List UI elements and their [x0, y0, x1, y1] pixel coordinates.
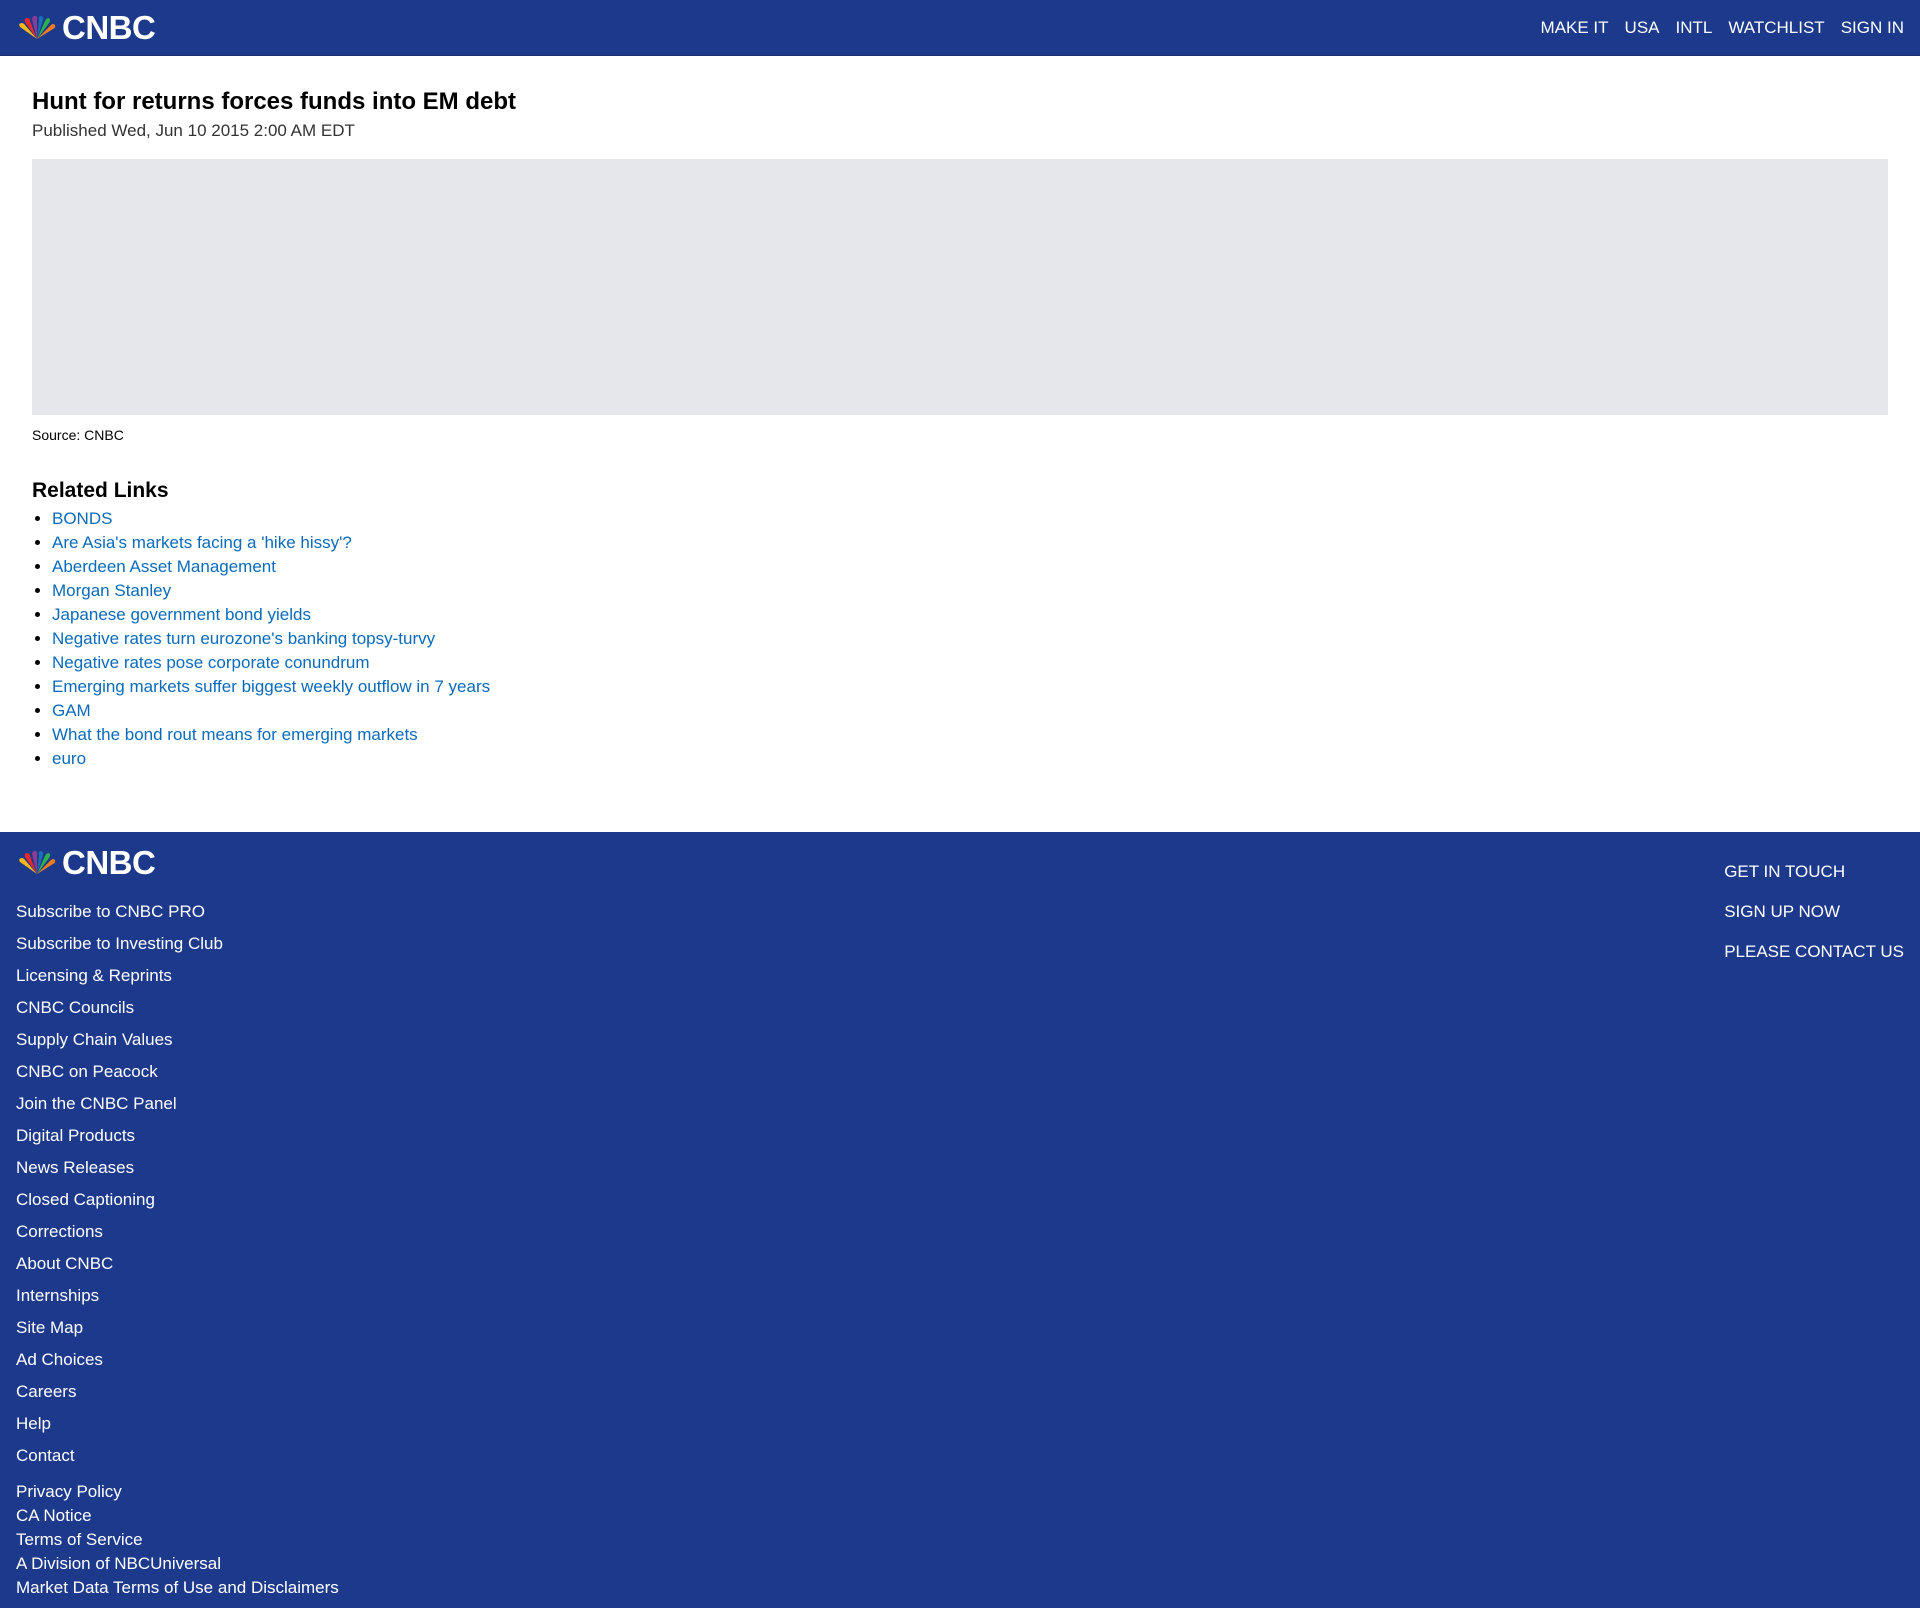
contact-us-link[interactable]: PLEASE CONTACT US — [1724, 932, 1904, 972]
related-link[interactable]: What the bond rout means for emerging ma… — [52, 725, 418, 744]
get-in-touch-link[interactable]: GET IN TOUCH — [1724, 852, 1904, 892]
nav-watchlist[interactable]: WATCHLIST — [1728, 18, 1824, 38]
article-main: Hunt for returns forces funds into EM de… — [0, 88, 1920, 864]
article-image — [32, 158, 1888, 415]
list-item: BONDS — [52, 507, 1888, 531]
top-navigation-bar: CNBC MAKE IT USA INTL WATCHLIST SIGN IN — [0, 0, 1920, 56]
nav-sign-in[interactable]: SIGN IN — [1841, 18, 1904, 38]
list-item: What the bond rout means for emerging ma… — [52, 723, 1888, 747]
footer-link[interactable]: Corrections — [16, 1216, 339, 1248]
list-item: euro — [52, 747, 1888, 771]
footer-link[interactable]: CNBC Councils — [16, 992, 339, 1024]
page-title: Hunt for returns forces funds into EM de… — [32, 88, 516, 115]
footer-left-column: CNBC Subscribe to CNBC PRO Subscribe to … — [16, 844, 339, 1600]
legal-link-market-data[interactable]: Market Data Terms of Use and Disclaimers — [16, 1576, 339, 1600]
list-item: Are Asia's markets facing a 'hike hissy'… — [52, 531, 1888, 555]
site-footer: CNBC Subscribe to CNBC PRO Subscribe to … — [0, 832, 1920, 1608]
top-nav: MAKE IT USA INTL WATCHLIST SIGN IN — [1541, 18, 1904, 38]
sign-up-now-link[interactable]: SIGN UP NOW — [1724, 892, 1904, 932]
related-link[interactable]: GAM — [52, 701, 91, 720]
footer-link[interactable]: Licensing & Reprints — [16, 960, 339, 992]
related-link[interactable]: BONDS — [52, 509, 112, 528]
cnbc-logo[interactable]: CNBC — [16, 8, 156, 47]
footer-logo-text: CNBC — [62, 844, 156, 881]
related-links-list: BONDS Are Asia's markets facing a 'hike … — [32, 507, 1888, 771]
list-item: GAM — [52, 699, 1888, 723]
footer-link[interactable]: CNBC on Peacock — [16, 1056, 339, 1088]
nav-intl[interactable]: INTL — [1676, 18, 1713, 38]
footer-link[interactable]: Closed Captioning — [16, 1184, 339, 1216]
footer-link[interactable]: Careers — [16, 1376, 339, 1408]
related-link[interactable]: Morgan Stanley — [52, 581, 171, 600]
related-link[interactable]: Negative rates pose corporate conundrum — [52, 653, 370, 672]
footer-cnbc-logo[interactable]: CNBC — [16, 844, 339, 882]
nav-usa[interactable]: USA — [1625, 18, 1660, 38]
legal-link-terms[interactable]: Terms of Service — [16, 1528, 339, 1552]
related-links-heading: Related Links — [32, 478, 169, 502]
list-item: Aberdeen Asset Management — [52, 555, 1888, 579]
footer-link[interactable]: Internships — [16, 1280, 339, 1312]
footer-link[interactable]: Digital Products — [16, 1120, 339, 1152]
image-caption: Source: CNBC — [32, 426, 124, 443]
legal-link-nbcuniversal[interactable]: A Division of NBCUniversal — [16, 1552, 339, 1576]
related-link[interactable]: euro — [52, 749, 86, 768]
footer-link[interactable]: Contact — [16, 1440, 339, 1472]
list-item: Morgan Stanley — [52, 579, 1888, 603]
published-date: Published Wed, Jun 10 2015 2:00 AM EDT — [32, 120, 355, 140]
footer-legal-links: Privacy Policy CA Notice Terms of Servic… — [16, 1480, 339, 1600]
footer-link[interactable]: Ad Choices — [16, 1344, 339, 1376]
logo-text: CNBC — [62, 8, 156, 46]
list-item: Japanese government bond yields — [52, 603, 1888, 627]
related-link[interactable]: Negative rates turn eurozone's banking t… — [52, 629, 435, 648]
legal-link-ca-notice[interactable]: CA Notice — [16, 1504, 339, 1528]
footer-link[interactable]: Subscribe to CNBC PRO — [16, 896, 339, 928]
peacock-icon — [19, 15, 56, 39]
list-item: Negative rates turn eurozone's banking t… — [52, 627, 1888, 651]
nav-make-it[interactable]: MAKE IT — [1541, 18, 1609, 38]
footer-right-column: GET IN TOUCH SIGN UP NOW PLEASE CONTACT … — [1724, 852, 1904, 972]
peacock-icon — [19, 850, 56, 874]
footer-links: Subscribe to CNBC PRO Subscribe to Inves… — [16, 896, 339, 1472]
footer-link[interactable]: About CNBC — [16, 1248, 339, 1280]
footer-link[interactable]: Subscribe to Investing Club — [16, 928, 339, 960]
footer-link[interactable]: Site Map — [16, 1312, 339, 1344]
footer-link[interactable]: Help — [16, 1408, 339, 1440]
related-link[interactable]: Emerging markets suffer biggest weekly o… — [52, 677, 490, 696]
footer-link[interactable]: Supply Chain Values — [16, 1024, 339, 1056]
list-item: Emerging markets suffer biggest weekly o… — [52, 675, 1888, 699]
related-link[interactable]: Japanese government bond yields — [52, 605, 311, 624]
footer-link[interactable]: Join the CNBC Panel — [16, 1088, 339, 1120]
related-link[interactable]: Aberdeen Asset Management — [52, 557, 276, 576]
related-link[interactable]: Are Asia's markets facing a 'hike hissy'… — [52, 533, 352, 552]
list-item: Negative rates pose corporate conundrum — [52, 651, 1888, 675]
legal-link-privacy[interactable]: Privacy Policy — [16, 1480, 339, 1504]
footer-link[interactable]: News Releases — [16, 1152, 339, 1184]
